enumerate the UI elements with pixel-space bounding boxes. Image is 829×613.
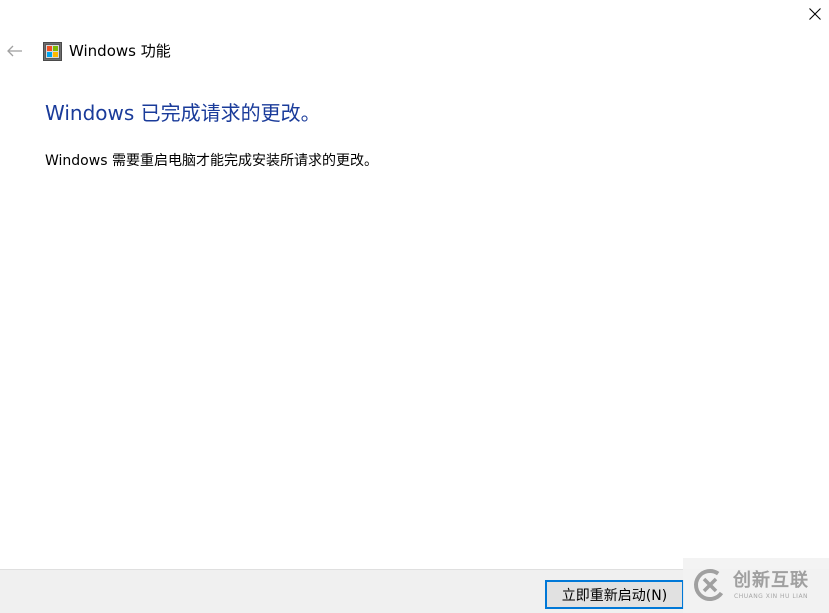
title-bar	[0, 0, 829, 30]
close-button[interactable]	[801, 0, 829, 28]
windows-features-dialog: Windows 功能 Windows 已完成请求的更改。 Windows 需要重…	[0, 0, 829, 613]
back-arrow-icon	[7, 42, 23, 61]
close-icon	[809, 8, 821, 20]
navigation-row: Windows 功能	[0, 34, 829, 68]
window-title: Windows 功能	[69, 42, 171, 60]
watermark-subtitle: CHUANG XIN HU LIAN	[734, 593, 809, 600]
watermark-brand: 创新互联	[733, 570, 809, 591]
brand-logo-icon	[693, 568, 727, 602]
back-button[interactable]	[4, 40, 26, 62]
watermark: 创新互联 CHUANG XIN HU LIAN	[683, 558, 829, 613]
windows-features-icon	[43, 42, 62, 61]
completion-heading: Windows 已完成请求的更改。	[45, 101, 321, 125]
restart-required-message: Windows 需要重启电脑才能完成安装所请求的更改。	[45, 153, 378, 169]
restart-now-button[interactable]: 立即重新启动(N)	[545, 580, 684, 609]
